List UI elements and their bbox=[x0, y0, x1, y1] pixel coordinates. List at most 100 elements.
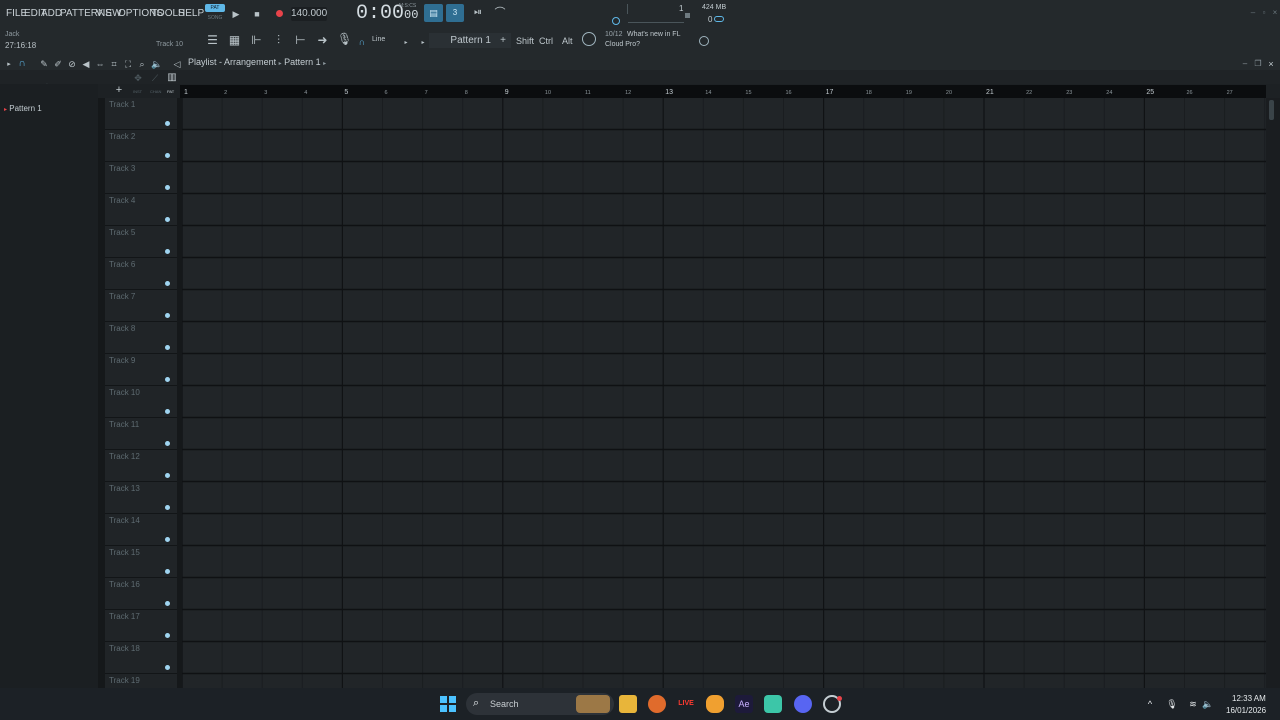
firefox-icon[interactable] bbox=[648, 695, 666, 713]
stop-icon[interactable]: ■ bbox=[251, 7, 263, 21]
fl-studio-icon[interactable] bbox=[706, 695, 724, 713]
track-mute-toggle[interactable] bbox=[165, 473, 170, 478]
list-item[interactable]: ▸ Pattern 1 bbox=[4, 104, 42, 113]
track-label[interactable]: Track 17 bbox=[109, 612, 140, 621]
track-label[interactable]: Track 18 bbox=[109, 644, 140, 653]
snap-chevron-icon[interactable]: ▸ bbox=[402, 36, 410, 50]
pattern-prev-icon[interactable]: ▸ bbox=[419, 36, 427, 50]
browser-icon[interactable]: ⊢ bbox=[293, 33, 308, 47]
piano-roll-icon[interactable]: ▦ bbox=[227, 33, 242, 47]
arrow-right-icon[interactable]: ➜ bbox=[315, 33, 330, 47]
track-mute-toggle[interactable] bbox=[165, 249, 170, 254]
scrollbar-thumb[interactable] bbox=[1269, 100, 1274, 120]
filter-inst[interactable]: INST bbox=[133, 89, 142, 94]
shift-key[interactable]: Shift bbox=[516, 36, 534, 46]
select-tool-icon[interactable]: ⛶ bbox=[123, 57, 133, 71]
discord-icon[interactable] bbox=[794, 695, 812, 713]
track-mute-toggle[interactable] bbox=[165, 633, 170, 638]
track-mute-toggle[interactable] bbox=[165, 281, 170, 286]
master-volume-icon[interactable] bbox=[612, 17, 620, 25]
track-mute-toggle[interactable] bbox=[165, 665, 170, 670]
playlist-minimize-icon[interactable]: – bbox=[1240, 57, 1250, 71]
wait-input-icon[interactable]: ⏯ bbox=[470, 6, 486, 20]
file-explorer-icon[interactable] bbox=[619, 695, 637, 713]
track-mute-toggle[interactable] bbox=[165, 569, 170, 574]
track-label[interactable]: Track 12 bbox=[109, 452, 140, 461]
add-pattern-icon[interactable]: + bbox=[498, 34, 508, 48]
menu-add[interactable]: ADD bbox=[41, 8, 62, 19]
track-label[interactable]: Track 11 bbox=[109, 420, 139, 429]
metronome-icon[interactable]: ⌒ bbox=[492, 6, 508, 20]
song-mode[interactable]: SONG bbox=[205, 14, 225, 22]
playlist-icon[interactable]: ☰ bbox=[205, 33, 220, 47]
mixer-icon[interactable]: ⫶ bbox=[271, 33, 286, 47]
app-icon-green[interactable] bbox=[764, 695, 782, 713]
after-effects-icon[interactable]: Ae bbox=[735, 695, 753, 713]
news-text-line1[interactable]: What's new in FL bbox=[627, 31, 680, 38]
step-edit-button[interactable]: 3 bbox=[446, 4, 464, 22]
vertical-scrollbar[interactable] bbox=[1266, 98, 1280, 688]
zoom-tool-icon[interactable]: ⌕ bbox=[137, 57, 147, 71]
start-icon[interactable] bbox=[440, 696, 456, 712]
tempo-display[interactable]: 140.000 bbox=[291, 7, 327, 21]
track-mute-toggle[interactable] bbox=[165, 441, 170, 446]
filter-pat[interactable]: PAT bbox=[167, 89, 174, 94]
close-icon[interactable]: × bbox=[1270, 6, 1280, 20]
mute-tool-icon[interactable]: ◀ bbox=[81, 57, 91, 71]
clock-date[interactable]: 16/01/2026 bbox=[1226, 706, 1266, 715]
tray-chevron-icon[interactable]: ^ bbox=[1144, 697, 1156, 711]
track-splitter[interactable] bbox=[177, 98, 182, 688]
snap-magnet-icon[interactable]: ∩ bbox=[16, 57, 28, 71]
track-mute-toggle[interactable] bbox=[165, 217, 170, 222]
track-label[interactable]: Track 10 bbox=[109, 388, 140, 397]
track-label[interactable]: Track 14 bbox=[109, 516, 140, 525]
piano-icon[interactable]: ▥ bbox=[166, 71, 178, 85]
playlist-arrows-icon[interactable]: ◁ bbox=[172, 57, 182, 71]
track-label[interactable]: Track 8 bbox=[109, 324, 135, 333]
line-tool-icon[interactable]: ⟋ bbox=[149, 71, 161, 85]
microphone-icon[interactable]: 🎙 bbox=[337, 32, 352, 46]
track-mute-toggle[interactable] bbox=[165, 185, 170, 190]
alt-key[interactable]: Alt bbox=[562, 36, 573, 46]
track-label[interactable]: Track 6 bbox=[109, 260, 135, 269]
track-label[interactable]: Track 5 bbox=[109, 228, 135, 237]
globe-icon[interactable] bbox=[699, 36, 709, 46]
menu-help[interactable]: HELP bbox=[178, 8, 204, 19]
channel-rack-icon[interactable]: ⊩ bbox=[249, 33, 264, 47]
track-label[interactable]: Track 7 bbox=[109, 292, 135, 301]
track-label[interactable]: Track 2 bbox=[109, 132, 135, 141]
track-label[interactable]: Track 9 bbox=[109, 356, 135, 365]
breadcrumb-pattern[interactable]: Pattern 1 bbox=[284, 57, 321, 67]
pattern-song-meter-button[interactable]: ▤ bbox=[424, 4, 443, 22]
master-pitch-icon[interactable] bbox=[685, 13, 690, 18]
maximize-icon[interactable]: ▫ bbox=[1259, 6, 1269, 20]
slice-tool-icon[interactable]: ⌗ bbox=[109, 57, 119, 71]
snap-mode[interactable]: Line bbox=[372, 36, 385, 43]
track-mute-toggle[interactable] bbox=[165, 345, 170, 350]
track-mute-toggle[interactable] bbox=[165, 313, 170, 318]
taskbar-search[interactable]: ⌕ Search bbox=[466, 693, 614, 715]
news-text-line2[interactable]: Cloud Pro? bbox=[605, 41, 640, 48]
track-label[interactable]: Track 3 bbox=[109, 164, 135, 173]
track-mute-toggle[interactable] bbox=[165, 537, 170, 542]
track-mute-toggle[interactable] bbox=[165, 121, 170, 126]
track-mute-toggle[interactable] bbox=[165, 601, 170, 606]
panel-splitter[interactable] bbox=[98, 98, 105, 688]
playlist-grid[interactable] bbox=[182, 98, 1266, 688]
track-mute-toggle[interactable] bbox=[165, 153, 170, 158]
track-label[interactable]: Track 19 bbox=[109, 676, 140, 685]
track-label[interactable]: Track 16 bbox=[109, 580, 140, 589]
pat-song-toggle[interactable]: PAT SONG bbox=[205, 4, 225, 22]
delete-tool-icon[interactable]: ⊘ bbox=[67, 57, 77, 71]
microphone-tray-icon[interactable]: 🎙 bbox=[1166, 697, 1178, 711]
playlist-close-icon[interactable]: × bbox=[1266, 57, 1276, 71]
playlist-maximize-icon[interactable]: ❐ bbox=[1253, 57, 1263, 71]
add-track-icon[interactable]: + bbox=[114, 83, 124, 97]
live-app-icon[interactable]: LIVE bbox=[676, 695, 696, 713]
paint-tool-icon[interactable]: ✐ bbox=[53, 57, 63, 71]
playback-tool-icon[interactable]: 🔈 bbox=[151, 57, 162, 71]
volume-icon[interactable]: 🔈 bbox=[1202, 697, 1214, 711]
wifi-icon[interactable]: ≋ bbox=[1187, 697, 1199, 711]
ctrl-key[interactable]: Ctrl bbox=[539, 36, 553, 46]
track-label[interactable]: Track 15 bbox=[109, 548, 140, 557]
